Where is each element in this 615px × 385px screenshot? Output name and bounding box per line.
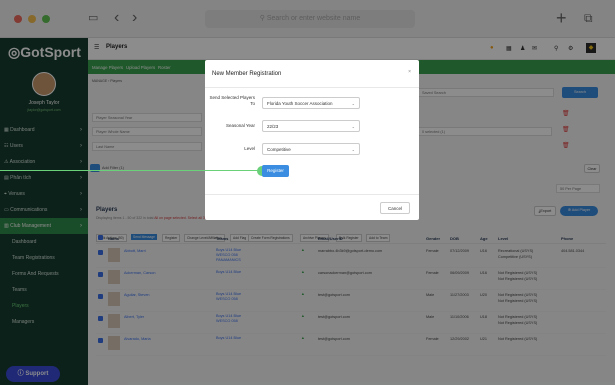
browser-window: ▭ ‹ › ⚲ Search or enter website name + ⧉… (0, 0, 615, 385)
close-icon[interactable]: × (408, 69, 411, 75)
chevron-down-icon: ⌄ (351, 147, 355, 152)
cancel-button[interactable]: Cancel (380, 202, 410, 214)
seasonal-year-value: 22/23 (267, 124, 279, 129)
chevron-down-icon: ⌄ (351, 101, 355, 106)
level-label: Level (244, 146, 255, 151)
level-select[interactable]: Competitive ⌄ (262, 143, 360, 155)
modal-title: New Member Registration (212, 71, 282, 77)
modal-divider (205, 87, 419, 88)
modal-divider (205, 194, 419, 195)
send-to-select[interactable]: Florida Youth Soccer Association ⌄ (262, 97, 360, 109)
new-member-registration-modal: New Member Registration × Send Selected … (0, 60, 419, 220)
level-value: Competitive (267, 147, 291, 152)
seasonal-year-label: Seasonal Year (225, 123, 255, 128)
chevron-down-icon: ⌄ (351, 124, 355, 129)
register-label: Register (267, 168, 284, 173)
highlight-pointer-line (0, 170, 258, 171)
seasonal-year-select[interactable]: 22/23 ⌄ (262, 120, 360, 132)
send-to-value: Florida Youth Soccer Association (267, 101, 333, 106)
send-to-label: Send Selected Players To (209, 95, 255, 106)
register-button[interactable]: Register (262, 165, 289, 177)
